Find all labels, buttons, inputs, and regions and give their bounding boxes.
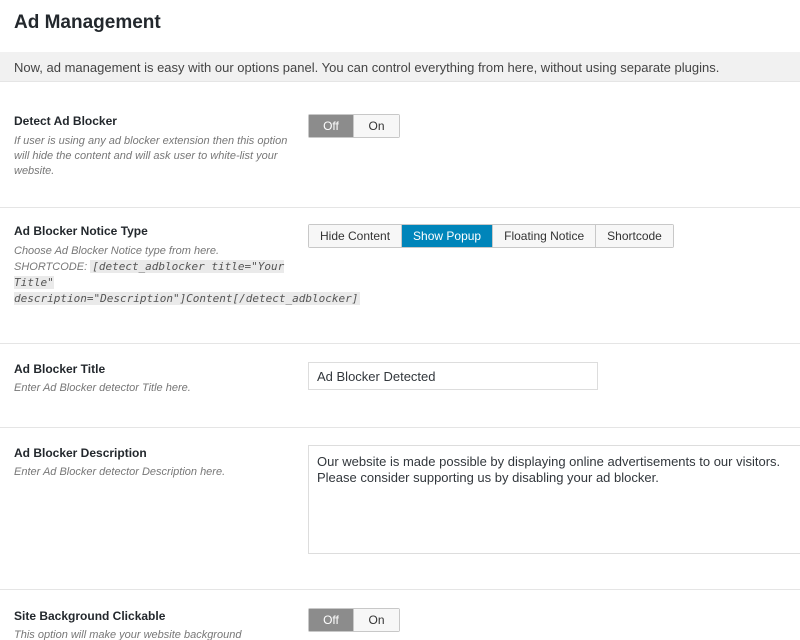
detect-ad-blocker-description: If user is using any ad blocker extensio… [14, 135, 288, 177]
ad-blocker-title-input[interactable] [308, 362, 598, 390]
intro-banner: Now, ad management is easy with our opti… [0, 52, 800, 82]
ad-blocker-description-help: Enter Ad Blocker detector Description he… [14, 466, 226, 478]
notice-type-help: Choose Ad Blocker Notice type from here. [14, 245, 220, 257]
detect-ad-blocker-toggle: Off On [308, 114, 400, 138]
site-background-clickable-off-button[interactable]: Off [309, 609, 354, 631]
notice-type-show-popup-button[interactable]: Show Popup [402, 225, 494, 247]
notice-type-row: Ad Blocker Notice Type Choose Ad Blocker… [0, 208, 800, 344]
site-background-clickable-on-button[interactable]: On [354, 609, 399, 631]
notice-type-selector: Hide Content Show Popup Floating Notice … [308, 224, 674, 248]
notice-type-shortcode-button[interactable]: Shortcode [596, 225, 673, 247]
site-background-clickable-toggle: Off On [308, 608, 400, 632]
ad-blocker-description-textarea[interactable]: Our website is made possible by displayi… [308, 445, 800, 554]
notice-type-hide-content-button[interactable]: Hide Content [309, 225, 403, 247]
ad-blocker-description-label: Ad Blocker Description [14, 446, 147, 460]
shortcode-label: SHORTCODE: [14, 261, 88, 273]
detect-ad-blocker-label: Detect Ad Blocker [14, 114, 117, 128]
detect-ad-blocker-row: Detect Ad Blocker If user is using any a… [0, 100, 800, 208]
ad-blocker-description-row: Ad Blocker Description Enter Ad Blocker … [0, 428, 800, 590]
detect-ad-blocker-on-button[interactable]: On [354, 115, 399, 137]
page-title: Ad Management [14, 12, 161, 33]
notice-type-floating-notice-button[interactable]: Floating Notice [493, 225, 597, 247]
ad-blocker-title-row: Ad Blocker Title Enter Ad Blocker detect… [0, 344, 800, 428]
site-background-clickable-description: This option will make your website backg… [14, 629, 242, 640]
notice-type-description: Choose Ad Blocker Notice type from here.… [14, 244, 361, 307]
site-background-clickable-label: Site Background Clickable [14, 609, 166, 623]
site-background-clickable-row: Site Background Clickable This option wi… [0, 590, 800, 640]
ad-blocker-title-description: Enter Ad Blocker detector Title here. [14, 382, 191, 394]
detect-ad-blocker-off-button[interactable]: Off [309, 115, 354, 137]
ad-blocker-title-label: Ad Blocker Title [14, 362, 106, 376]
notice-type-label: Ad Blocker Notice Type [14, 224, 148, 238]
